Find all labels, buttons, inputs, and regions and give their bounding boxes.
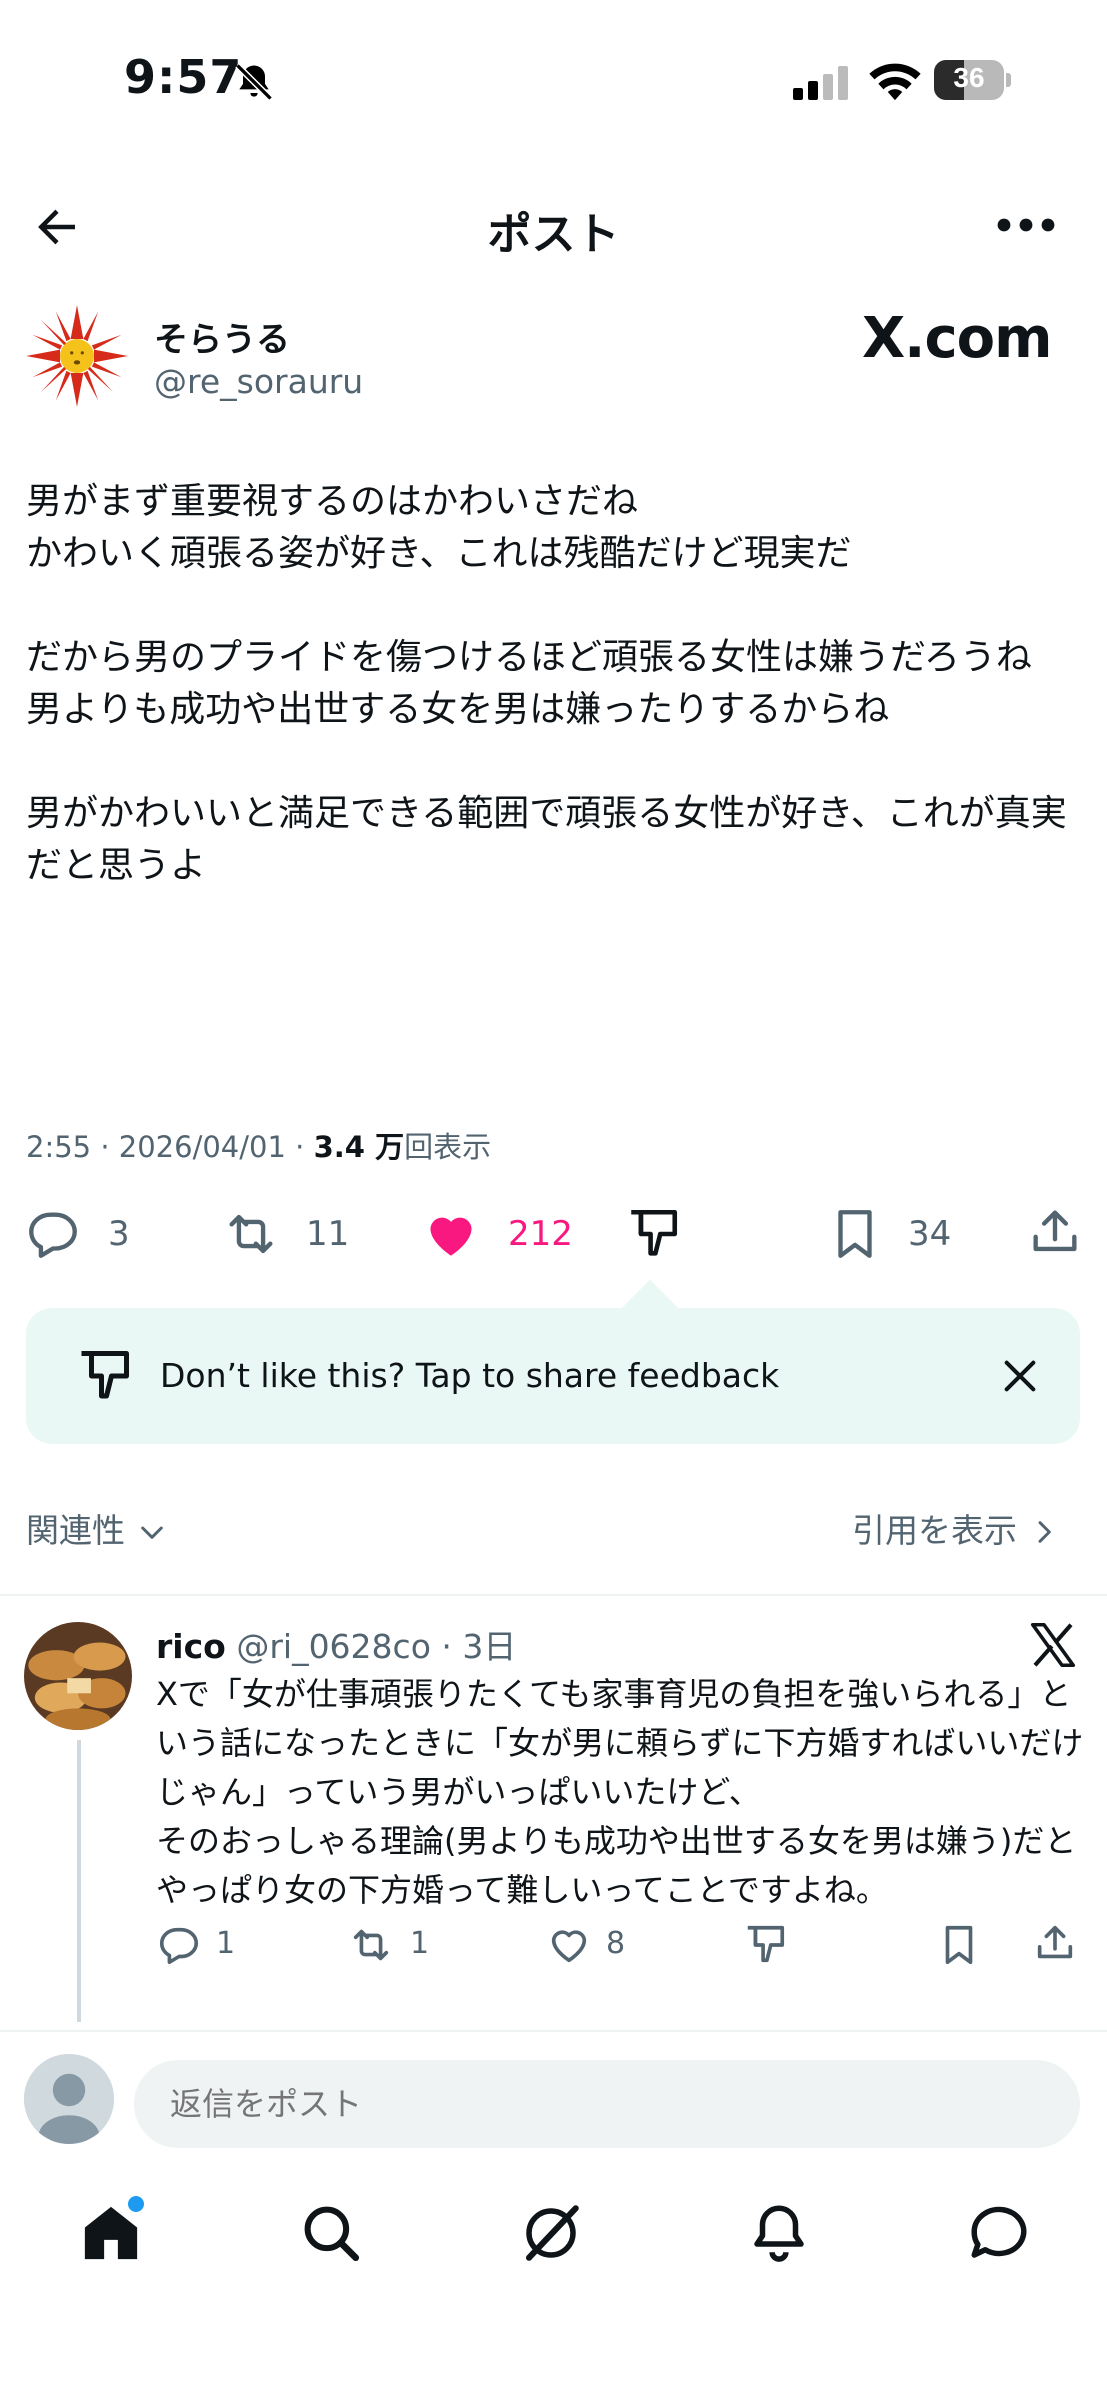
divider [0, 2030, 1107, 2032]
view-quotes-label: 引用を表示 [852, 1511, 1017, 1550]
post-timestamp: 2:55 · 2026/04/01 · [26, 1130, 314, 1164]
x-com-watermark: X.com [862, 306, 1052, 371]
post-meta: 2:55 · 2026/04/01 · 3.4 万回表示 [26, 1124, 491, 1166]
dislike-icon[interactable] [742, 1922, 788, 1968]
dislike-icon[interactable] [624, 1205, 682, 1263]
bookmark-icon[interactable] [826, 1205, 884, 1263]
chevron-down-icon [140, 1526, 163, 1539]
chevron-right-icon [1038, 1521, 1051, 1543]
share-icon[interactable] [1032, 1920, 1078, 1966]
reply-icon[interactable] [24, 1205, 82, 1263]
notifications-bell-icon[interactable] [746, 2200, 812, 2266]
reply-like-count: 8 [606, 1926, 626, 1961]
x-logo-icon [1030, 1622, 1076, 1668]
reply-reply-count: 1 [216, 1926, 236, 1961]
post-text: 男がまず重要視するのはかわいさだね かわいく頑張る姿が好き、これは残酷だけど現実… [26, 481, 1067, 886]
repost-count: 11 [306, 1214, 350, 1254]
heart-icon[interactable] [546, 1922, 592, 1968]
more-options-icon[interactable] [996, 210, 1056, 240]
reply-author-name[interactable]: rico [156, 1627, 226, 1666]
search-icon[interactable] [298, 2200, 364, 2266]
dislike-icon [81, 1351, 129, 1399]
close-icon[interactable] [1000, 1356, 1040, 1396]
view-quotes-link[interactable]: 引用を表示 [852, 1504, 1060, 1552]
status-time: 9:57 [124, 50, 243, 104]
thread-line [77, 1740, 81, 2022]
my-avatar[interactable] [24, 2054, 114, 2144]
reply-icon[interactable] [156, 1922, 202, 1968]
wifi-icon [869, 63, 921, 101]
page-title: ポスト [487, 209, 620, 260]
reply-input[interactable] [134, 2060, 1080, 2148]
reply-text: Xで「女が仕事頑張りたくても家事育児の負担を強いられる」という話になったときに「… [156, 1675, 1084, 1909]
repost-icon[interactable] [348, 1922, 394, 1968]
reply-repost-count: 1 [410, 1926, 430, 1961]
author-handle[interactable]: @re_sorauru [154, 362, 363, 401]
bell-muted-icon [235, 63, 273, 101]
view-label: 回表示 [404, 1130, 492, 1164]
feedback-text[interactable]: Don’t like this? Tap to share feedback [160, 1356, 779, 1395]
sort-relevance-dropdown[interactable]: 関連性 [26, 1504, 168, 1552]
sort-relevance-label: 関連性 [26, 1511, 125, 1550]
like-count: 212 [508, 1214, 573, 1254]
messages-icon[interactable] [966, 2200, 1032, 2266]
cellular-signal-icon [793, 66, 848, 100]
author-name[interactable]: そらうる [154, 312, 290, 361]
reply-avatar[interactable] [24, 1622, 132, 1730]
bookmark-icon[interactable] [936, 1922, 982, 1968]
divider [0, 1594, 1107, 1596]
battery-level: 36 [953, 62, 985, 93]
reply-count: 3 [108, 1214, 130, 1254]
view-count: 3.4 万 [313, 1130, 405, 1164]
share-icon[interactable] [1026, 1203, 1084, 1261]
grok-icon[interactable] [518, 2200, 584, 2266]
repost-icon[interactable] [222, 1205, 280, 1263]
reply-handle-time: @ri_0628co · 3日 [236, 1627, 517, 1666]
reply-header: rico @ri_0628co · 3日 [156, 1620, 516, 1668]
bookmark-count: 34 [908, 1214, 952, 1254]
battery-indicator: 36 [934, 60, 1012, 100]
notification-dot [128, 2196, 144, 2212]
author-avatar[interactable] [24, 303, 130, 409]
heart-filled-icon[interactable] [422, 1205, 480, 1263]
